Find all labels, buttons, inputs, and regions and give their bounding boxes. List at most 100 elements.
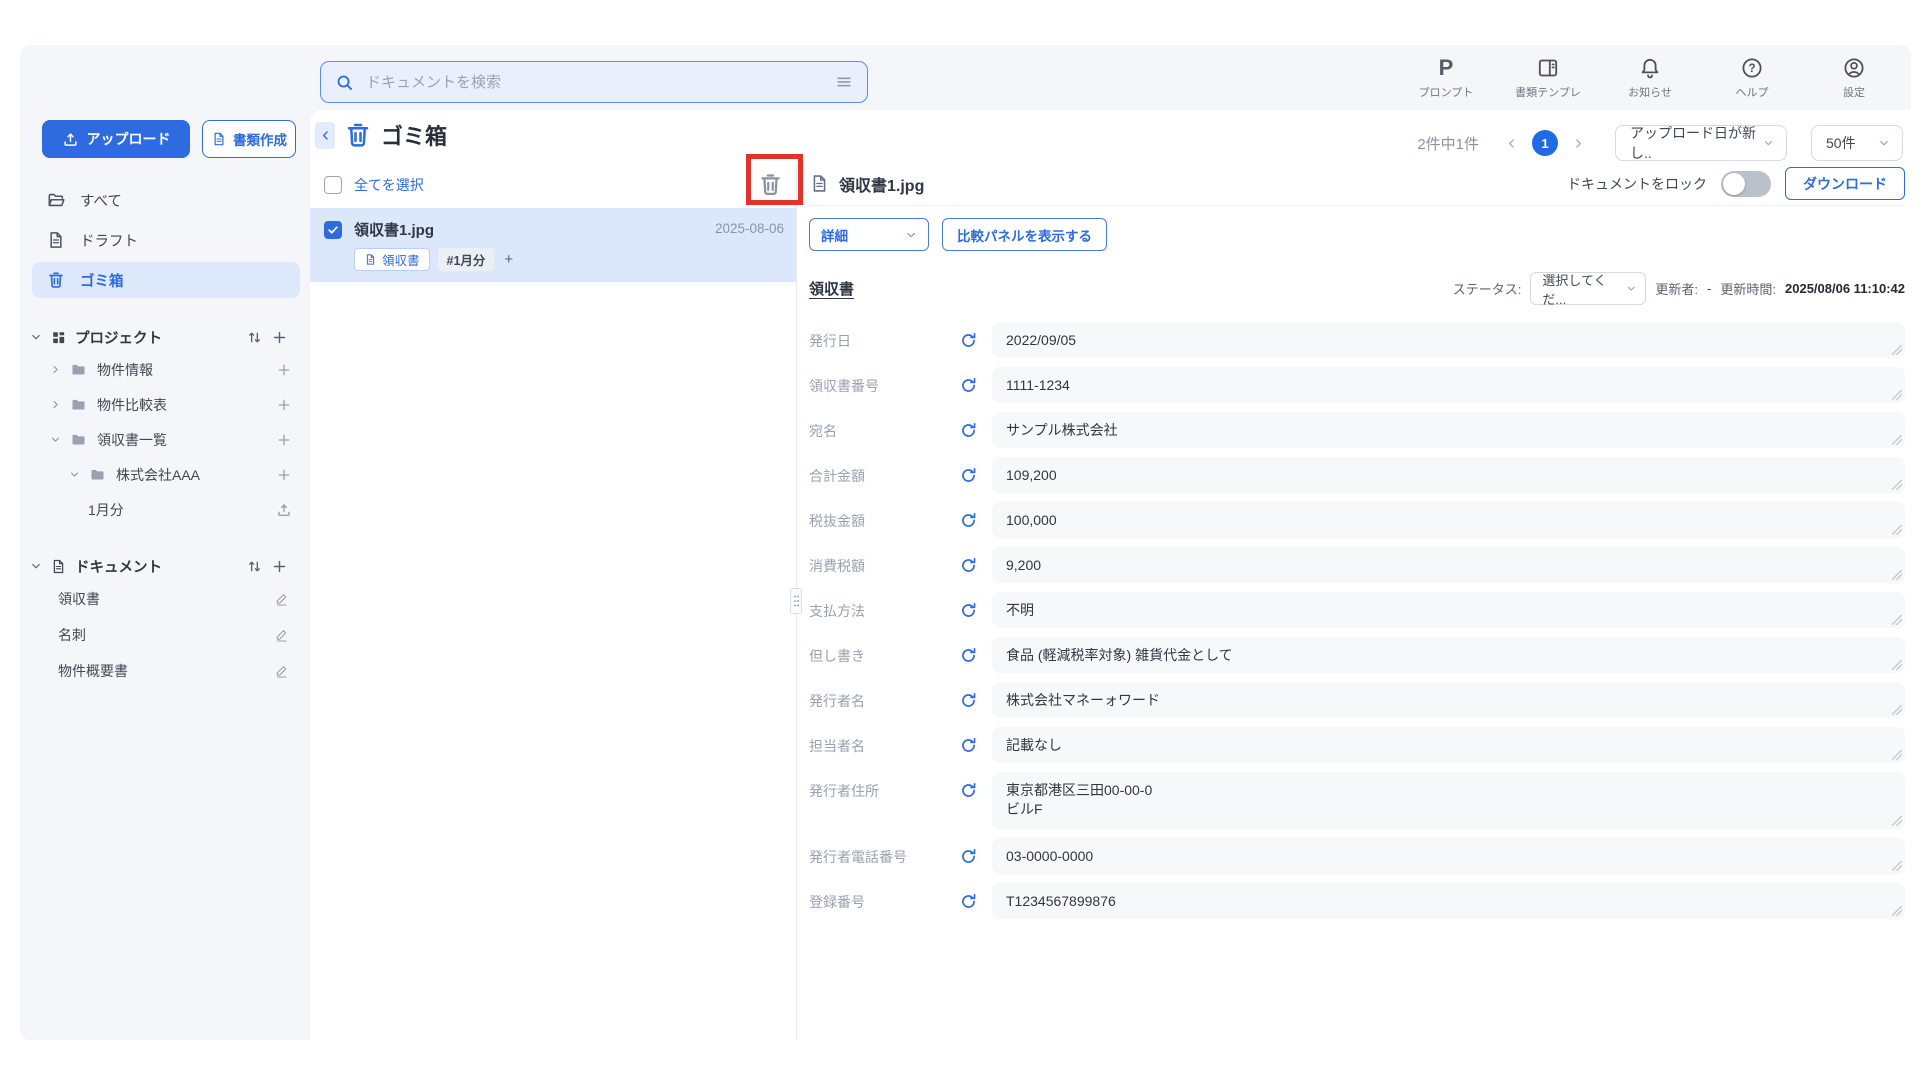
field-value-input[interactable]: 109,200 bbox=[992, 457, 1905, 493]
select-all-label[interactable]: 全てを選択 bbox=[354, 175, 424, 195]
add-icon[interactable] bbox=[276, 397, 292, 413]
detail-tab-dropdown[interactable]: 詳細 bbox=[809, 218, 929, 251]
field-value-input[interactable]: 03-0000-0000 bbox=[992, 838, 1905, 874]
refresh-icon[interactable] bbox=[959, 892, 978, 911]
refresh-icon[interactable] bbox=[959, 466, 978, 485]
refresh-icon[interactable] bbox=[959, 556, 978, 575]
doc-template-button[interactable]: 書類テンプレ bbox=[1515, 56, 1581, 100]
folder-icon bbox=[89, 466, 106, 483]
search-input[interactable] bbox=[364, 73, 825, 92]
doc-type-tag[interactable]: 領収書 bbox=[354, 248, 430, 271]
refresh-icon[interactable] bbox=[959, 736, 978, 755]
upload-icon[interactable] bbox=[276, 502, 292, 518]
refresh-icon[interactable] bbox=[959, 511, 978, 530]
field-value-input[interactable]: T1234567899876 bbox=[992, 883, 1905, 919]
page-next-icon[interactable] bbox=[1572, 137, 1585, 150]
chevron-down-icon[interactable] bbox=[69, 469, 80, 480]
refresh-icon[interactable] bbox=[959, 421, 978, 440]
sidebar-item-draft[interactable]: ドラフト bbox=[32, 222, 300, 258]
project-item-label: 株式会社AAA bbox=[116, 465, 200, 485]
prompt-button[interactable]: P プロンプト bbox=[1413, 56, 1479, 100]
list-item[interactable]: 領収書1.jpg 2025-08-06 領収書 #1月分 + bbox=[310, 208, 796, 282]
item-checkbox[interactable] bbox=[324, 221, 342, 239]
select-all-checkbox[interactable] bbox=[324, 176, 342, 194]
field-value-input[interactable]: 記載なし bbox=[992, 727, 1905, 763]
document-type-ryoshusho[interactable]: 領収書 bbox=[20, 581, 310, 617]
project-item-ichigatsubun[interactable]: 1月分 bbox=[20, 492, 310, 527]
lock-toggle[interactable] bbox=[1721, 171, 1771, 197]
grid-icon bbox=[50, 329, 67, 346]
sort-icon[interactable] bbox=[246, 329, 263, 346]
collapse-sidebar-button[interactable] bbox=[315, 122, 335, 149]
search-bar[interactable] bbox=[320, 61, 868, 103]
hash-tag[interactable]: #1月分 bbox=[438, 248, 495, 271]
field-value-input[interactable]: 食品 (軽減税率対象) 雑貨代金として bbox=[992, 637, 1905, 673]
refresh-icon[interactable] bbox=[959, 691, 978, 710]
chevron-down-icon[interactable] bbox=[30, 331, 42, 343]
upload-button[interactable]: アップロード bbox=[42, 120, 190, 158]
create-document-button[interactable]: 書類作成 bbox=[202, 120, 296, 158]
refresh-icon[interactable] bbox=[959, 646, 978, 665]
settings-button[interactable]: 設定 bbox=[1821, 56, 1887, 100]
sort-dropdown[interactable]: アップロード日が新し.. bbox=[1615, 125, 1787, 161]
sort-icon[interactable] bbox=[246, 558, 263, 575]
pencil-icon[interactable] bbox=[274, 591, 290, 607]
field-value-input[interactable]: 東京都港区三田00-00-0 ビルF bbox=[992, 772, 1905, 829]
delete-selected-button[interactable] bbox=[757, 171, 784, 198]
field-value-input[interactable]: 1111-1234 bbox=[992, 367, 1905, 403]
status-value: 選択してくだ... bbox=[1542, 270, 1626, 308]
project-item-bukken-hikaku[interactable]: 物件比較表 bbox=[20, 387, 310, 422]
notifications-button[interactable]: お知らせ bbox=[1617, 56, 1683, 100]
create-button-label: 書類作成 bbox=[233, 129, 287, 149]
check-icon bbox=[327, 224, 339, 236]
refresh-icon[interactable] bbox=[959, 847, 978, 866]
field-row-registration-number: 登録番号 T1234567899876 bbox=[809, 883, 1905, 919]
search-filter-icon[interactable] bbox=[835, 73, 853, 91]
chevron-down-icon[interactable] bbox=[50, 434, 61, 445]
field-value-input[interactable]: 株式会社マネーォワード bbox=[992, 682, 1905, 718]
field-value-input[interactable]: 9,200 bbox=[992, 547, 1905, 583]
pencil-icon[interactable] bbox=[274, 627, 290, 643]
add-icon[interactable] bbox=[276, 432, 292, 448]
document-type-label: 名刺 bbox=[58, 625, 86, 645]
field-value-input[interactable]: 2022/09/05 bbox=[992, 322, 1905, 358]
refresh-icon[interactable] bbox=[959, 376, 978, 395]
status-dropdown[interactable]: 選択してくだ... bbox=[1530, 272, 1646, 305]
document-type-meishi[interactable]: 名刺 bbox=[20, 617, 310, 653]
refresh-icon[interactable] bbox=[959, 781, 978, 800]
doc-type-link[interactable]: 領収書 bbox=[809, 278, 854, 299]
chevron-right-icon[interactable] bbox=[50, 364, 61, 375]
page-number[interactable]: 1 bbox=[1532, 130, 1558, 156]
project-item-ryoshusho-ichiran[interactable]: 領収書一覧 bbox=[20, 422, 310, 457]
item-date: 2025-08-06 bbox=[715, 221, 784, 236]
document-icon bbox=[50, 558, 67, 575]
field-row-proviso: 但し書き 食品 (軽減税率対象) 雑貨代金として bbox=[809, 637, 1905, 673]
show-compare-panel-button[interactable]: 比較パネルを表示する bbox=[942, 218, 1107, 251]
help-button[interactable]: ヘルプ bbox=[1719, 56, 1785, 100]
chevron-down-icon[interactable] bbox=[30, 560, 42, 572]
project-item-bukken-joho[interactable]: 物件情報 bbox=[20, 352, 310, 387]
add-icon[interactable] bbox=[276, 362, 292, 378]
add-tag-button[interactable]: + bbox=[504, 251, 513, 268]
field-value-input[interactable]: 100,000 bbox=[992, 502, 1905, 538]
document-list: 全てを選択 領収書1.jpg 2025-08-06 bbox=[310, 162, 796, 1040]
sidebar-item-all[interactable]: すべて bbox=[32, 182, 300, 218]
page-prev-icon[interactable] bbox=[1505, 137, 1518, 150]
refresh-icon[interactable] bbox=[959, 331, 978, 350]
chevron-right-icon[interactable] bbox=[50, 399, 61, 410]
per-page-dropdown[interactable]: 50件 bbox=[1811, 125, 1903, 161]
download-button[interactable]: ダウンロード bbox=[1785, 167, 1905, 200]
refresh-icon[interactable] bbox=[959, 601, 978, 620]
field-value-input[interactable]: サンプル株式会社 bbox=[992, 412, 1905, 448]
field-value-input[interactable]: 不明 bbox=[992, 592, 1905, 628]
add-project-icon[interactable] bbox=[271, 329, 288, 346]
doc-type-tag-label: 領収書 bbox=[382, 250, 420, 269]
add-document-type-icon[interactable] bbox=[271, 558, 288, 575]
sidebar-item-trash[interactable]: ゴミ箱 bbox=[32, 262, 300, 298]
project-item-kabushikigaisha-aaa[interactable]: 株式会社AAA bbox=[20, 457, 310, 492]
document-type-bukken-gaiyosho[interactable]: 物件概要書 bbox=[20, 653, 310, 689]
add-icon[interactable] bbox=[276, 467, 292, 483]
field-row-total-amount: 合計金額 109,200 bbox=[809, 457, 1905, 493]
pencil-icon[interactable] bbox=[274, 663, 290, 679]
documents-section: ドキュメント 領収書 名刺 物件概要書 bbox=[20, 551, 310, 689]
